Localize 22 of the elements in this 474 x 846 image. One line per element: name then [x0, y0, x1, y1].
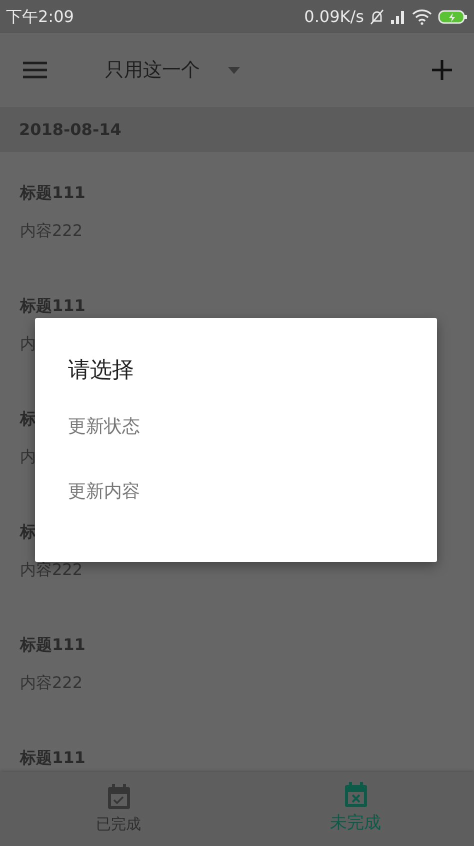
- title-dropdown[interactable]: 只用这一个: [105, 56, 240, 84]
- status-time: 下午2:09: [6, 6, 74, 28]
- item-title[interactable]: 标: [20, 407, 36, 431]
- dialog-option[interactable]: 更新状态: [68, 413, 140, 440]
- bell-off-icon: [370, 8, 384, 24]
- calendar-check-icon: [106, 782, 132, 811]
- dialog-title: 请选择: [68, 357, 134, 385]
- item-title[interactable]: 标题111: [20, 181, 86, 205]
- dialog-option[interactable]: 更新内容: [68, 478, 140, 505]
- item-title[interactable]: 标题111: [20, 294, 86, 318]
- menu-icon[interactable]: [22, 60, 48, 80]
- add-icon[interactable]: [432, 60, 452, 80]
- item-title[interactable]: 标: [20, 520, 36, 544]
- signal-icon: [390, 10, 406, 24]
- network-speed: 0.09K/s: [304, 6, 364, 28]
- item-title[interactable]: 标题111: [20, 633, 86, 657]
- caret-icon: [228, 66, 240, 74]
- battery-icon: [438, 8, 468, 24]
- nav-tab[interactable]: 未完成: [237, 772, 474, 846]
- wifi-icon: [412, 8, 432, 24]
- item-title[interactable]: 标题111: [20, 746, 86, 770]
- calendar-x-icon: [342, 781, 368, 810]
